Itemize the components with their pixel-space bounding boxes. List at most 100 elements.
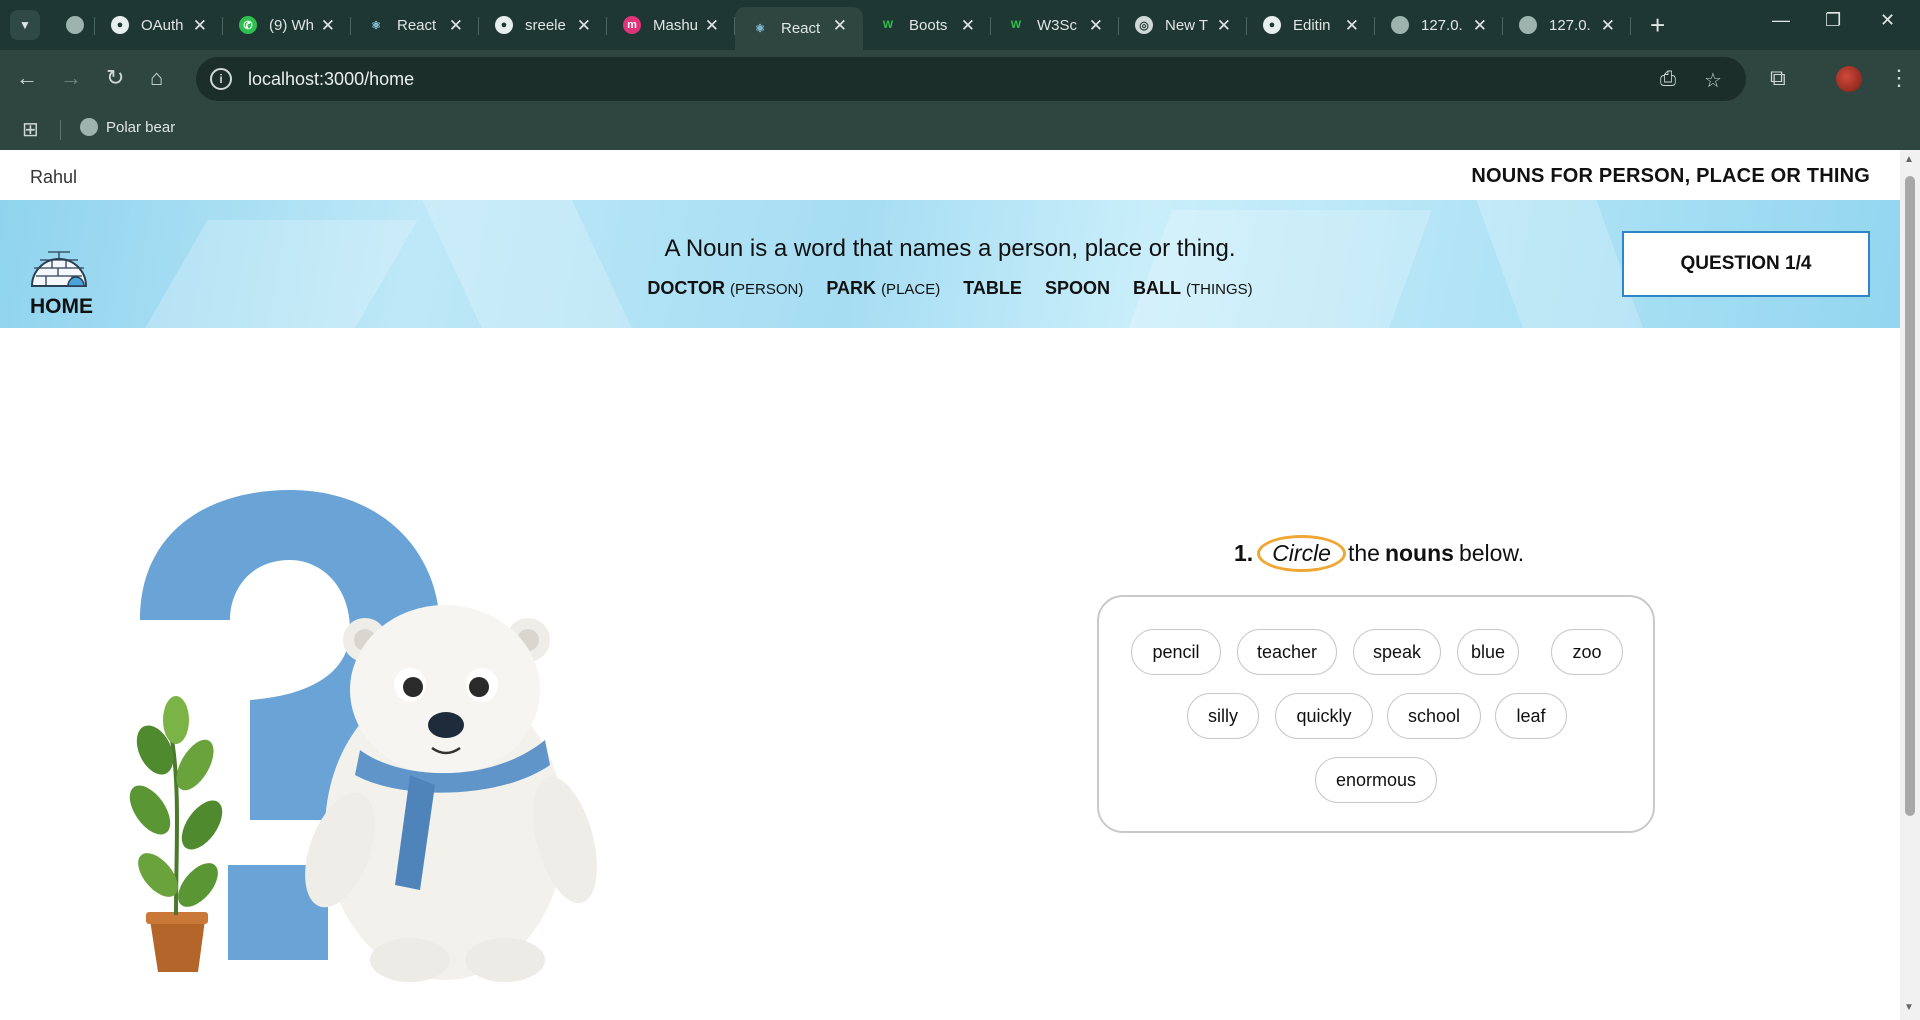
browser-tab[interactable] xyxy=(50,7,95,43)
restore-icon[interactable]: ❐ xyxy=(1825,10,1841,31)
option-chip[interactable]: leaf xyxy=(1495,693,1567,739)
browser-tab[interactable]: ● OAuth ✕ xyxy=(95,7,223,43)
tab-search-chevron-icon[interactable]: ▼ xyxy=(10,10,40,40)
option-chip[interactable]: quickly xyxy=(1275,693,1373,739)
github-icon: ● xyxy=(1263,16,1281,34)
bookmarks-bar: ⊞ Polar bear xyxy=(0,108,1920,150)
browser-tab[interactable]: 127.0. ✕ xyxy=(1503,7,1631,43)
close-tab-icon[interactable]: ✕ xyxy=(1473,16,1487,36)
page-viewport: Rahul NOUNS FOR PERSON, PLACE OR THING H… xyxy=(0,150,1900,1020)
forward-arrow-icon[interactable]: → xyxy=(60,64,82,92)
browser-tab[interactable]: ⚛ React ✕ xyxy=(351,7,479,43)
browser-tab[interactable]: ✆ (9) Wh ✕ xyxy=(223,7,351,43)
browser-toolbar: ← → ↻ ⌂ i localhost:3000/home ⎙ ☆ ⧉ ⋮ xyxy=(0,50,1920,108)
close-tab-icon[interactable]: ✕ xyxy=(1089,16,1103,36)
close-tab-icon[interactable]: ✕ xyxy=(1217,16,1231,36)
browser-tab-strip: ▼ ● OAuth ✕ ✆ (9) Wh ✕ ⚛ React ✕ ● sreele ✕ m Mashu ✕ ⚛… xyxy=(0,0,1920,50)
extensions-puzzle-icon[interactable]: ⧉ xyxy=(1770,64,1786,92)
close-window-icon[interactable]: ✕ xyxy=(1880,10,1895,31)
bookmark-star-icon[interactable]: ☆ xyxy=(1704,68,1722,93)
question-number: 1. xyxy=(1234,540,1254,566)
close-tab-icon[interactable]: ✕ xyxy=(577,16,591,36)
github-icon: ● xyxy=(495,16,513,34)
react-icon: ⚛ xyxy=(371,19,381,32)
prompt-text-before: the xyxy=(1347,540,1380,566)
close-tab-icon[interactable]: ✕ xyxy=(449,16,463,36)
tab-separator xyxy=(1630,17,1631,35)
tab-title: Mashu xyxy=(653,16,699,34)
answer-options: pencil teacher speak blue zoo silly quic… xyxy=(1097,595,1655,833)
more-menu-icon[interactable]: ⋮ xyxy=(1888,64,1910,92)
tab-title: New T xyxy=(1165,16,1209,34)
close-tab-icon[interactable]: ✕ xyxy=(321,16,335,36)
tab-title: Boots xyxy=(909,16,948,34)
bookmark-divider xyxy=(60,120,61,140)
option-chip[interactable]: pencil xyxy=(1131,629,1221,675)
browser-tab[interactable]: W W3Sc ✕ xyxy=(991,7,1119,43)
option-chip[interactable]: enormous xyxy=(1315,757,1437,803)
globe-icon xyxy=(1391,16,1409,34)
close-tab-icon[interactable]: ✕ xyxy=(1601,16,1615,36)
polar-bear-illustration xyxy=(129,490,597,982)
lesson-banner: HOME A Noun is a word that names a perso… xyxy=(0,200,1900,328)
prompt-emphasis: nouns xyxy=(1384,540,1454,566)
tab-title: 127.0. xyxy=(1549,16,1591,34)
tab-title: sreele xyxy=(525,16,566,34)
browser-tab[interactable]: W Boots ✕ xyxy=(863,7,991,43)
address-bar[interactable]: i localhost:3000/home ⎙ ☆ xyxy=(196,57,1746,101)
tab-title: Editin xyxy=(1293,16,1331,34)
question-prompt: 1. Circle the nouns below. xyxy=(1234,535,1524,572)
home-icon[interactable]: ⌂ xyxy=(150,64,163,92)
install-app-icon[interactable]: ⎙ xyxy=(1660,68,1676,91)
close-tab-icon[interactable]: ✕ xyxy=(705,16,719,36)
top-header: Rahul NOUNS FOR PERSON, PLACE OR THING xyxy=(0,150,1900,200)
option-chip[interactable]: teacher xyxy=(1237,629,1337,675)
globe-icon xyxy=(1519,16,1537,34)
option-chip[interactable]: zoo xyxy=(1551,629,1623,675)
prompt-text-after: below. xyxy=(1458,540,1525,566)
option-chip[interactable]: silly xyxy=(1187,693,1259,739)
option-chip[interactable]: school xyxy=(1387,693,1481,739)
site-info-icon[interactable]: i xyxy=(210,68,232,90)
browser-tab[interactable]: m Mashu ✕ xyxy=(607,7,735,43)
scroll-thumb[interactable] xyxy=(1905,176,1915,816)
page-scrollbar[interactable]: ▲ ▼ xyxy=(1900,150,1920,1020)
new-tab-plus-icon[interactable]: + xyxy=(1650,10,1665,40)
whatsapp-icon: ✆ xyxy=(239,16,257,34)
example-table: TABLE xyxy=(963,278,1022,298)
address-url[interactable]: localhost:3000/home xyxy=(248,69,414,90)
scroll-down-arrow-icon[interactable]: ▼ xyxy=(1904,1002,1914,1013)
browser-tab[interactable]: ◎ New T ✕ xyxy=(1119,7,1247,43)
profile-avatar[interactable] xyxy=(1836,66,1862,92)
bookmark-polar-bear[interactable]: Polar bear xyxy=(80,118,175,136)
tab-title: W3Sc xyxy=(1037,16,1078,34)
back-arrow-icon[interactable]: ← xyxy=(16,64,38,92)
noun-examples: DOCTOR (PERSON) PARK (PLACE) TABLE SPOON… xyxy=(0,278,1900,299)
option-chip[interactable]: blue xyxy=(1457,629,1519,675)
browser-tab[interactable]: ⚛ React ✕ xyxy=(735,7,863,50)
scroll-up-arrow-icon[interactable]: ▲ xyxy=(1904,154,1914,165)
reload-icon[interactable]: ↻ xyxy=(106,64,124,92)
bookmark-label: Polar bear xyxy=(106,118,176,136)
globe-icon xyxy=(80,118,98,136)
close-tab-icon[interactable]: ✕ xyxy=(193,16,207,36)
option-chip[interactable]: speak xyxy=(1353,629,1441,675)
close-tab-icon[interactable]: ✕ xyxy=(833,16,847,36)
chrome-icon: ◎ xyxy=(1135,16,1153,34)
react-icon: ⚛ xyxy=(755,23,765,35)
w3-icon: W xyxy=(1010,19,1022,31)
globe-icon xyxy=(66,16,84,34)
close-tab-icon[interactable]: ✕ xyxy=(961,16,975,36)
example-doctor: DOCTOR (PERSON) xyxy=(647,278,804,298)
browser-tab[interactable]: ● Editin ✕ xyxy=(1247,7,1375,43)
tab-title: React xyxy=(781,20,821,37)
tab-title: 127.0. xyxy=(1421,16,1463,34)
banner-decoration xyxy=(1128,210,1432,328)
close-tab-icon[interactable]: ✕ xyxy=(1345,16,1359,36)
browser-tab[interactable]: ● sreele ✕ xyxy=(479,7,607,43)
example-park: PARK (PLACE) xyxy=(826,278,941,298)
browser-tab[interactable]: 127.0. ✕ xyxy=(1375,7,1503,43)
minimize-icon[interactable]: — xyxy=(1772,10,1790,31)
question-counter: QUESTION 1/4 xyxy=(1622,231,1870,297)
apps-grid-icon[interactable]: ⊞ xyxy=(22,117,39,142)
